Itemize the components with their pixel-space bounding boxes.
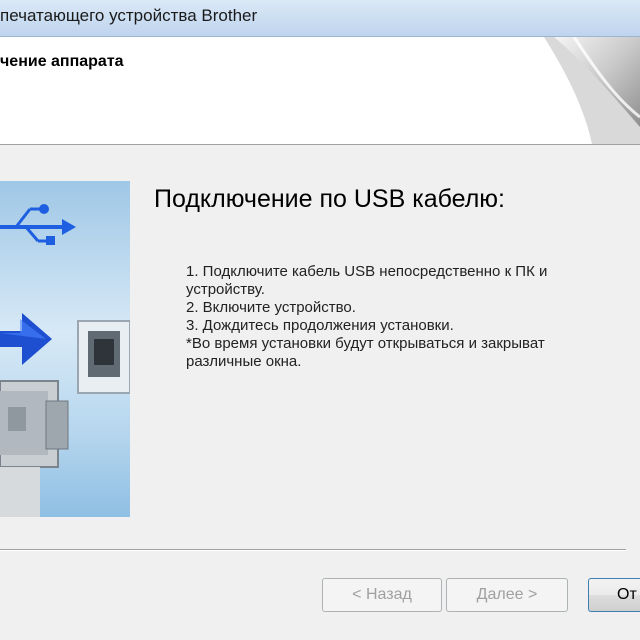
instruction-line: 2. Включите устройство.	[186, 299, 356, 316]
wizard-step-title: чение аппарата	[0, 53, 124, 70]
window-title: печатающего устройства Brother	[0, 6, 258, 25]
cancel-button[interactable]: От	[588, 578, 640, 612]
instruction-line: 3. Дождитесь продолжения установки.	[186, 317, 454, 334]
usb-port-icon	[77, 320, 130, 394]
next-button[interactable]: Далее >	[446, 578, 568, 612]
instructions-text: 1. Подключите кабель USB непосредственно…	[186, 263, 640, 371]
instruction-line: различные окна.	[186, 353, 302, 370]
wizard-content: Подключение по USB кабелю: 1. Подключите…	[0, 145, 640, 550]
connection-heading: Подключение по USB кабелю:	[154, 185, 505, 213]
usb-symbol-icon	[0, 204, 76, 245]
right-arrow-icon	[0, 313, 52, 365]
window-title-bar[interactable]: печатающего устройства Brother	[0, 0, 640, 37]
instruction-line: 1. Подключите кабель USB непосредственно…	[186, 263, 548, 280]
page-curl-decoration	[544, 37, 640, 144]
instruction-line: *Во время установки будут открываться и …	[186, 335, 545, 352]
usb-connection-illustration	[0, 181, 130, 517]
footer-separator	[0, 549, 626, 551]
usb-plug-icon	[0, 380, 69, 517]
back-button[interactable]: < Назад	[322, 578, 442, 612]
wizard-header: чение аппарата	[0, 37, 640, 145]
instruction-line: устройству.	[186, 281, 265, 298]
